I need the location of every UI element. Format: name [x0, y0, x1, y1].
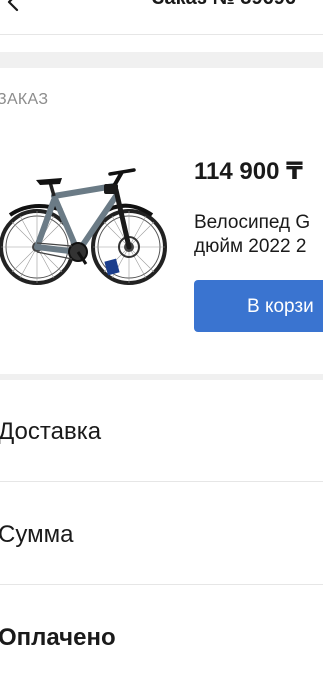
back-icon[interactable]	[3, 0, 23, 12]
section-divider	[0, 52, 323, 68]
sum-row: Сумма	[0, 483, 323, 585]
page-title: Заказ № 39696	[152, 0, 296, 10]
order-page: Заказ № 39696 ЗАКАЗ	[0, 0, 323, 699]
paid-row: Оплачено	[0, 586, 323, 688]
header: Заказ № 39696	[0, 0, 323, 35]
product-image[interactable]	[0, 160, 172, 290]
product-name[interactable]: Велосипед G дюйм 2022 2	[194, 211, 323, 259]
delivery-row[interactable]: Доставка	[0, 380, 323, 482]
product-name-line-2: дюйм 2022 2	[194, 236, 307, 257]
product-name-line-1: Велосипед G	[194, 212, 311, 233]
order-section-label: ЗАКАЗ	[0, 91, 49, 108]
paid-label: Оплачено	[0, 624, 116, 651]
add-to-cart-button[interactable]: В корзи	[194, 280, 323, 332]
sum-label: Сумма	[0, 521, 74, 548]
delivery-label: Доставка	[0, 418, 102, 445]
product-price: 114 900 ₸	[194, 158, 303, 185]
